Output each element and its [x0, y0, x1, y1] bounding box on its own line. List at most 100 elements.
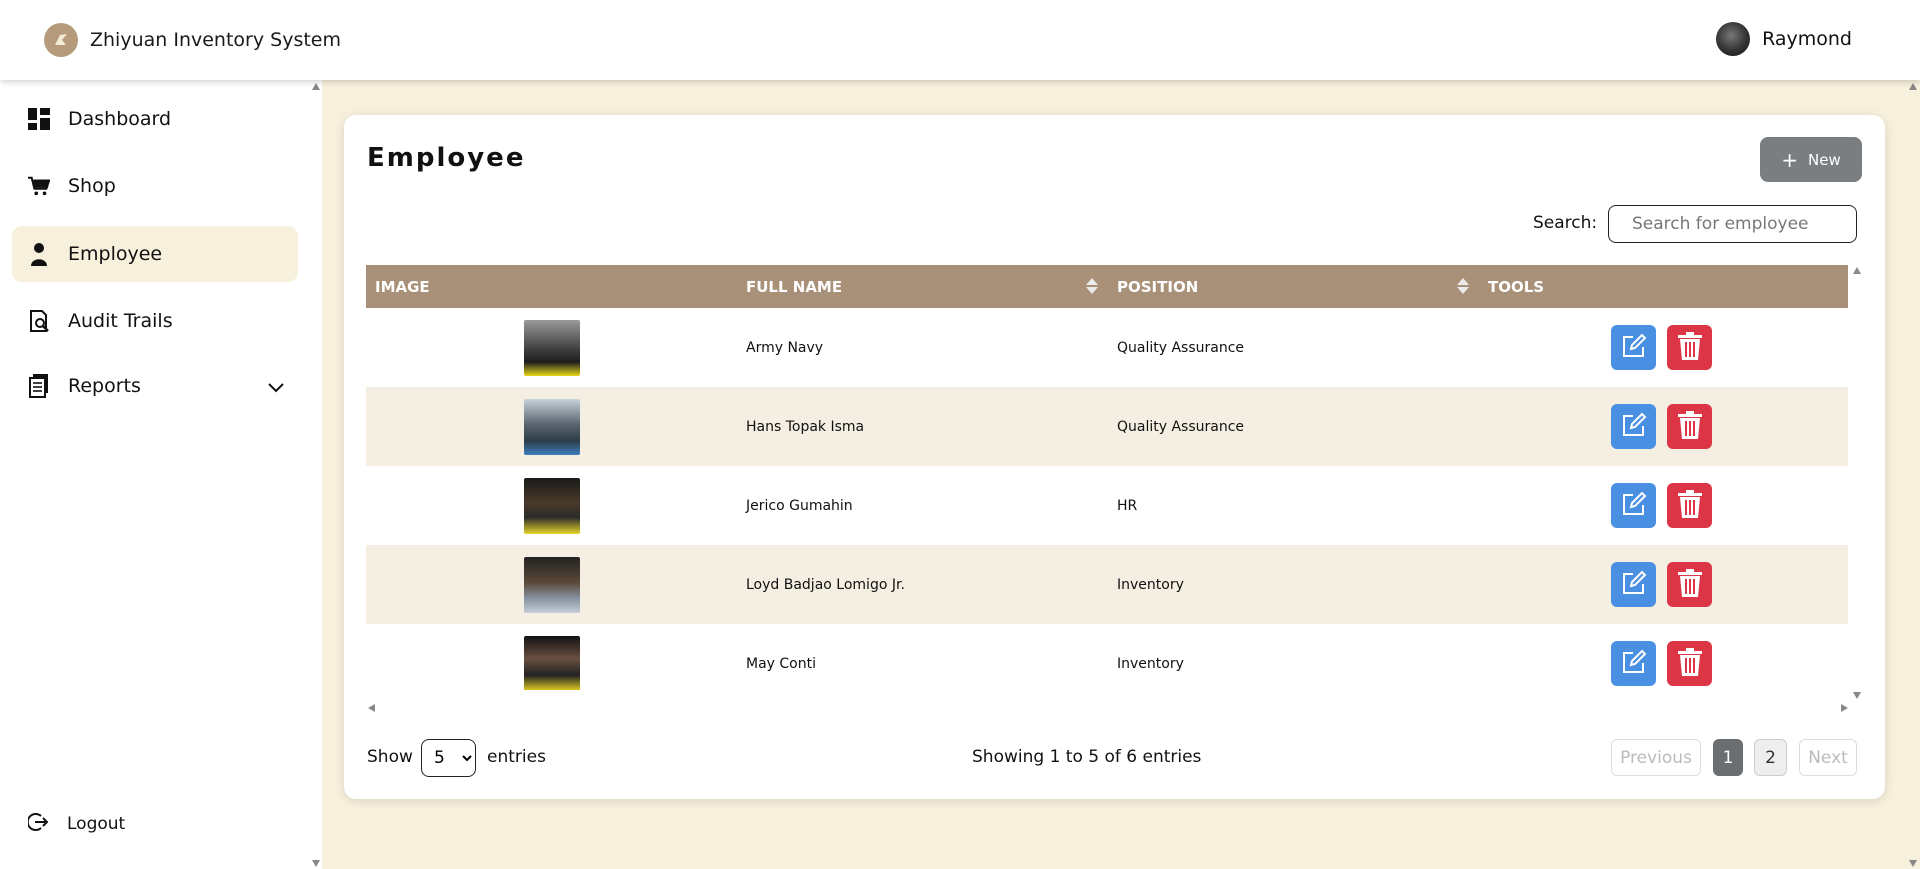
delete-button[interactable] — [1667, 562, 1712, 607]
trash-icon — [1677, 489, 1703, 523]
search-input[interactable] — [1608, 205, 1857, 243]
cart-icon — [28, 174, 50, 198]
employee-photo — [524, 477, 580, 534]
edit-button[interactable] — [1611, 641, 1656, 686]
previous-page-button[interactable]: Previous — [1611, 739, 1701, 776]
trash-icon — [1677, 647, 1703, 681]
column-header-label: POSITION — [1117, 277, 1199, 296]
full-name-cell: Hans Topak Isma — [746, 418, 865, 435]
logout-icon — [26, 812, 49, 836]
table-row: Jerico Gumahin HR — [366, 466, 1848, 545]
sort-icon[interactable] — [1457, 278, 1469, 294]
page-scroll-down-arrow[interactable] — [1909, 860, 1917, 867]
delete-button[interactable] — [1667, 325, 1712, 370]
sidebar-item-label: Employee — [68, 243, 163, 265]
user-name: Raymond — [1762, 28, 1852, 50]
avatar — [1716, 22, 1751, 56]
new-button-label: New — [1808, 150, 1841, 169]
sidebar: Dashboard Shop Employee Audit Trails Rep… — [0, 80, 322, 869]
full-name-cell: Army Navy — [746, 339, 824, 356]
delete-button[interactable] — [1667, 641, 1712, 686]
sidebar-item-employee[interactable]: Employee — [12, 226, 298, 282]
table-header-row: IMAGE FULL NAME POSITION TOOLS — [366, 265, 1848, 308]
new-employee-button[interactable]: + New — [1760, 137, 1862, 182]
image-cell — [366, 387, 737, 466]
sidebar-item-label: Shop — [68, 175, 116, 197]
table-scroll-left-arrow[interactable] — [368, 704, 375, 712]
edit-icon — [1621, 649, 1647, 679]
brand[interactable]: Zhiyuan Inventory System — [44, 23, 341, 57]
page-scroll-up-arrow[interactable] — [1909, 83, 1917, 90]
top-bar: Zhiyuan Inventory System Raymond — [0, 0, 1920, 80]
edit-button[interactable] — [1611, 404, 1656, 449]
trash-icon — [1677, 568, 1703, 602]
edit-button[interactable] — [1611, 325, 1656, 370]
employee-photo — [524, 556, 580, 613]
position-cell: Inventory — [1117, 576, 1184, 593]
page-size-select[interactable]: 5 — [421, 739, 476, 777]
chevron-down-icon[interactable] — [268, 378, 284, 397]
show-label: Show — [367, 747, 413, 767]
employee-table-container: IMAGE FULL NAME POSITION TOOLS Army Navy… — [366, 265, 1848, 690]
logout-button[interactable]: Logout — [26, 812, 126, 836]
image-cell — [366, 624, 737, 690]
edit-button[interactable] — [1611, 562, 1656, 607]
dashboard-icon — [28, 107, 50, 131]
position-cell: Quality Assurance — [1117, 418, 1245, 435]
edit-icon — [1621, 333, 1647, 363]
logout-label: Logout — [67, 814, 126, 834]
tools-cell — [1479, 545, 1848, 624]
employee-photo — [524, 319, 580, 376]
reports-icon — [28, 374, 50, 398]
plus-icon: + — [1781, 147, 1799, 172]
sidebar-item-label: Audit Trails — [68, 310, 173, 332]
table-row: Loyd Badjao Lomigo Jr. Inventory — [366, 545, 1848, 624]
table-scroll-up-arrow[interactable] — [1853, 267, 1861, 274]
page-2-button[interactable]: 2 — [1754, 739, 1787, 776]
sidebar-item-label: Dashboard — [68, 108, 172, 130]
image-cell — [366, 308, 737, 387]
sidebar-item-dashboard[interactable]: Dashboard — [12, 91, 298, 147]
sidebar-item-reports[interactable]: Reports — [12, 358, 298, 414]
tools-cell — [1479, 387, 1848, 466]
table-scroll-right-arrow[interactable] — [1841, 704, 1848, 712]
image-cell — [366, 466, 737, 545]
user-menu[interactable]: Raymond — [1716, 22, 1852, 56]
sidebar-item-label: Reports — [68, 375, 141, 397]
tools-cell — [1479, 466, 1848, 545]
position-cell: Inventory — [1117, 655, 1184, 672]
sidebar-scroll-up-arrow[interactable] — [312, 83, 320, 90]
table-info: Showing 1 to 5 of 6 entries — [972, 747, 1202, 767]
column-header-label: FULL NAME — [746, 277, 843, 296]
audit-icon — [28, 309, 50, 333]
column-header-full-name[interactable]: FULL NAME — [737, 265, 1108, 308]
employee-photo — [524, 398, 580, 455]
trash-icon — [1677, 331, 1703, 365]
column-header-tools: TOOLS — [1488, 277, 1545, 296]
full-name-cell: May Conti — [746, 655, 816, 672]
edit-icon — [1621, 412, 1647, 442]
delete-button[interactable] — [1667, 483, 1712, 528]
sort-icon[interactable] — [1086, 278, 1098, 294]
column-header-position[interactable]: POSITION — [1108, 265, 1479, 308]
position-cell: Quality Assurance — [1117, 339, 1245, 356]
table-row: May Conti Inventory — [366, 624, 1848, 690]
employee-photo — [524, 635, 580, 690]
sidebar-scroll-down-arrow[interactable] — [312, 860, 320, 867]
image-cell — [366, 545, 737, 624]
page-1-button[interactable]: 1 — [1713, 739, 1743, 776]
column-header-image[interactable]: IMAGE — [366, 265, 737, 308]
app-title: Zhiyuan Inventory System — [90, 29, 341, 51]
sidebar-item-audit-trails[interactable]: Audit Trails — [12, 293, 298, 349]
sidebar-item-shop[interactable]: Shop — [12, 158, 298, 214]
employee-table: IMAGE FULL NAME POSITION TOOLS Army Navy… — [366, 265, 1848, 690]
entries-label: entries — [487, 747, 546, 767]
table-row: Army Navy Quality Assurance — [366, 308, 1848, 387]
table-scroll-down-arrow[interactable] — [1853, 692, 1861, 699]
employee-card: Employee + New Search: IMAGE FULL NAME P… — [344, 115, 1885, 799]
delete-button[interactable] — [1667, 404, 1712, 449]
tools-cell — [1479, 308, 1848, 387]
next-page-button[interactable]: Next — [1799, 739, 1857, 776]
search-label: Search: — [1533, 213, 1598, 233]
edit-button[interactable] — [1611, 483, 1656, 528]
